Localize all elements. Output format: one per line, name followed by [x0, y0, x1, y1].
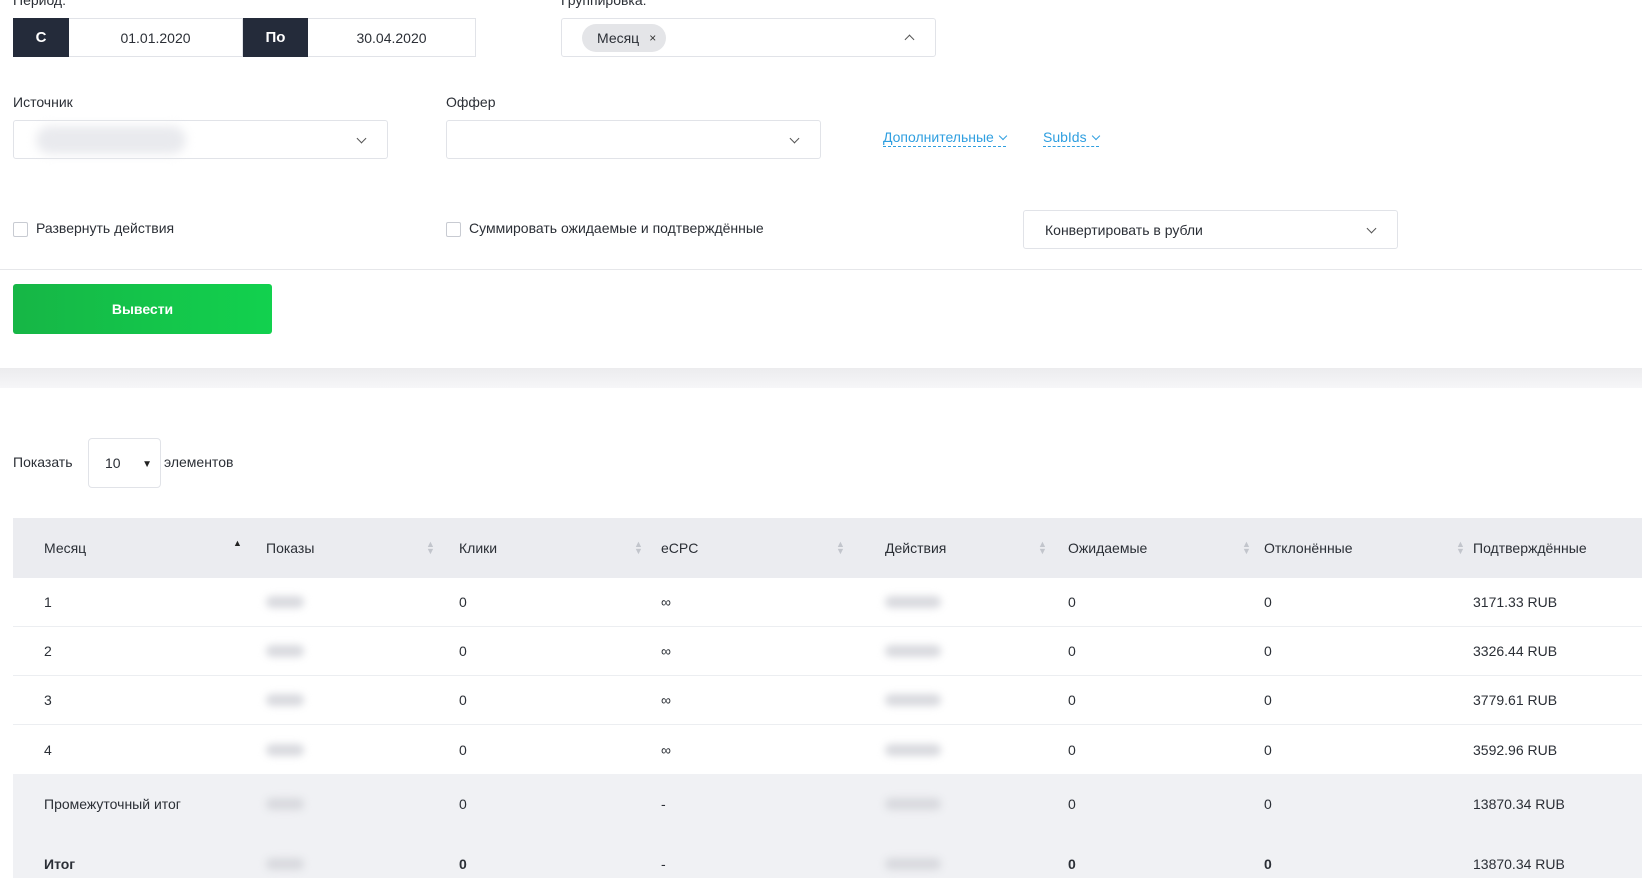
date-from-input[interactable]: 01.01.2020: [69, 18, 243, 57]
table-row: 4 0 ∞ 0 0 3592.96 RUB: [13, 725, 1642, 774]
divider: [0, 269, 1642, 270]
redacted-value: [885, 645, 941, 657]
page-size-select[interactable]: 10 ▼: [88, 438, 161, 488]
expand-actions-checkbox[interactable]: [13, 222, 28, 237]
redacted-value: [885, 596, 941, 608]
show-label: Показать: [13, 454, 73, 470]
redacted-value: [266, 858, 304, 870]
items-label: элементов: [164, 454, 234, 470]
page-size-value: 10: [105, 455, 121, 471]
grouping-select[interactable]: Месяц ×: [561, 18, 936, 57]
section-separator: [0, 368, 1642, 388]
sort-icon: ▲ ▼: [1456, 539, 1465, 556]
table-row: 1 0 ∞ 0 0 3171.33 RUB: [13, 578, 1642, 627]
source-chip-redacted: [36, 125, 186, 154]
date-to-tag: По: [243, 18, 308, 57]
column-header-approved[interactable]: Подтверждённые: [1473, 518, 1642, 578]
column-header-clicks[interactable]: Клики ▲ ▼: [448, 518, 650, 578]
redacted-value: [885, 694, 941, 706]
sort-icon: ▲ ▼: [1242, 539, 1251, 556]
redacted-value: [885, 798, 941, 810]
offer-select[interactable]: [446, 120, 821, 159]
grouping-label: Группировка:: [561, 0, 647, 8]
period-label: Период:: [13, 0, 66, 8]
offer-label: Оффер: [446, 94, 496, 110]
redacted-value: [266, 596, 304, 608]
additional-filters-link[interactable]: Дополнительные: [883, 129, 1008, 147]
chevron-down-icon: [1091, 131, 1100, 140]
sum-expected-label: Суммировать ожидаемые и подтверждённые: [469, 220, 764, 236]
chevron-down-icon: [1366, 223, 1377, 233]
chevron-down-icon: [998, 131, 1008, 140]
column-header-month[interactable]: Месяц ▲: [13, 518, 246, 578]
table-header: Месяц ▲ Показы ▲ ▼ Клики ▲ ▼ eCPC ▲ ▼ Дейст…: [13, 518, 1642, 578]
sum-expected-checkbox[interactable]: [446, 222, 461, 237]
date-to-input[interactable]: 30.04.2020: [308, 18, 476, 57]
grouping-chip-label: Месяц: [597, 29, 640, 46]
column-header-impressions[interactable]: Показы ▲ ▼: [246, 518, 448, 578]
chevron-up-icon: [904, 34, 915, 44]
date-from-tag: С: [13, 18, 69, 57]
additional-filters-label: Дополнительные: [883, 129, 994, 145]
grouping-chip: Месяц ×: [582, 23, 667, 52]
source-select[interactable]: [13, 120, 388, 159]
table-total-row: Итог 0 - 0 0 13870.34 RUB: [13, 834, 1642, 878]
table-row: 2 0 ∞ 0 0 3326.44 RUB: [13, 627, 1642, 676]
sort-icon: ▲ ▼: [1038, 539, 1047, 556]
table-row: 3 0 ∞ 0 0 3779.61 RUB: [13, 676, 1642, 725]
expand-actions-label: Развернуть действия: [36, 220, 175, 236]
subids-link[interactable]: SubIds: [1043, 129, 1100, 147]
chip-remove-icon[interactable]: ×: [649, 31, 656, 45]
sort-icon: ▲ ▼: [836, 539, 845, 556]
column-header-rejected[interactable]: Отклонённые ▲ ▼: [1259, 518, 1473, 578]
column-header-ecpc[interactable]: eCPC ▲ ▼: [650, 518, 853, 578]
redacted-value: [266, 694, 304, 706]
source-label: Источник: [13, 94, 73, 110]
column-header-pending[interactable]: Ожидаемые ▲ ▼: [1055, 518, 1259, 578]
caret-down-icon: ▼: [142, 459, 152, 470]
stats-table: Месяц ▲ Показы ▲ ▼ Клики ▲ ▼ eCPC ▲ ▼ Дейст…: [13, 518, 1642, 878]
redacted-value: [885, 858, 941, 870]
table-subtotal-row: Промежуточный итог 0 - 0 0 13870.34 RUB: [13, 774, 1642, 834]
sort-asc-icon: ▲: [233, 538, 242, 548]
column-header-actions[interactable]: Действия ▲ ▼: [853, 518, 1055, 578]
redacted-value: [266, 645, 304, 657]
sort-icon: ▲ ▼: [634, 539, 643, 556]
statistics-page: Период: С 01.01.2020 По 30.04.2020 Групп…: [0, 0, 1642, 878]
sort-icon: ▲ ▼: [426, 539, 435, 556]
redacted-value: [266, 743, 304, 756]
redacted-value: [885, 743, 941, 756]
chevron-down-icon: [356, 133, 367, 143]
currency-convert-value: Конвертировать в рубли: [1045, 221, 1203, 238]
subids-label: SubIds: [1043, 129, 1087, 145]
currency-convert-select[interactable]: Конвертировать в рубли: [1023, 210, 1398, 249]
redacted-value: [266, 798, 304, 810]
chevron-down-icon: [789, 133, 800, 143]
submit-button[interactable]: Вывести: [13, 284, 272, 334]
